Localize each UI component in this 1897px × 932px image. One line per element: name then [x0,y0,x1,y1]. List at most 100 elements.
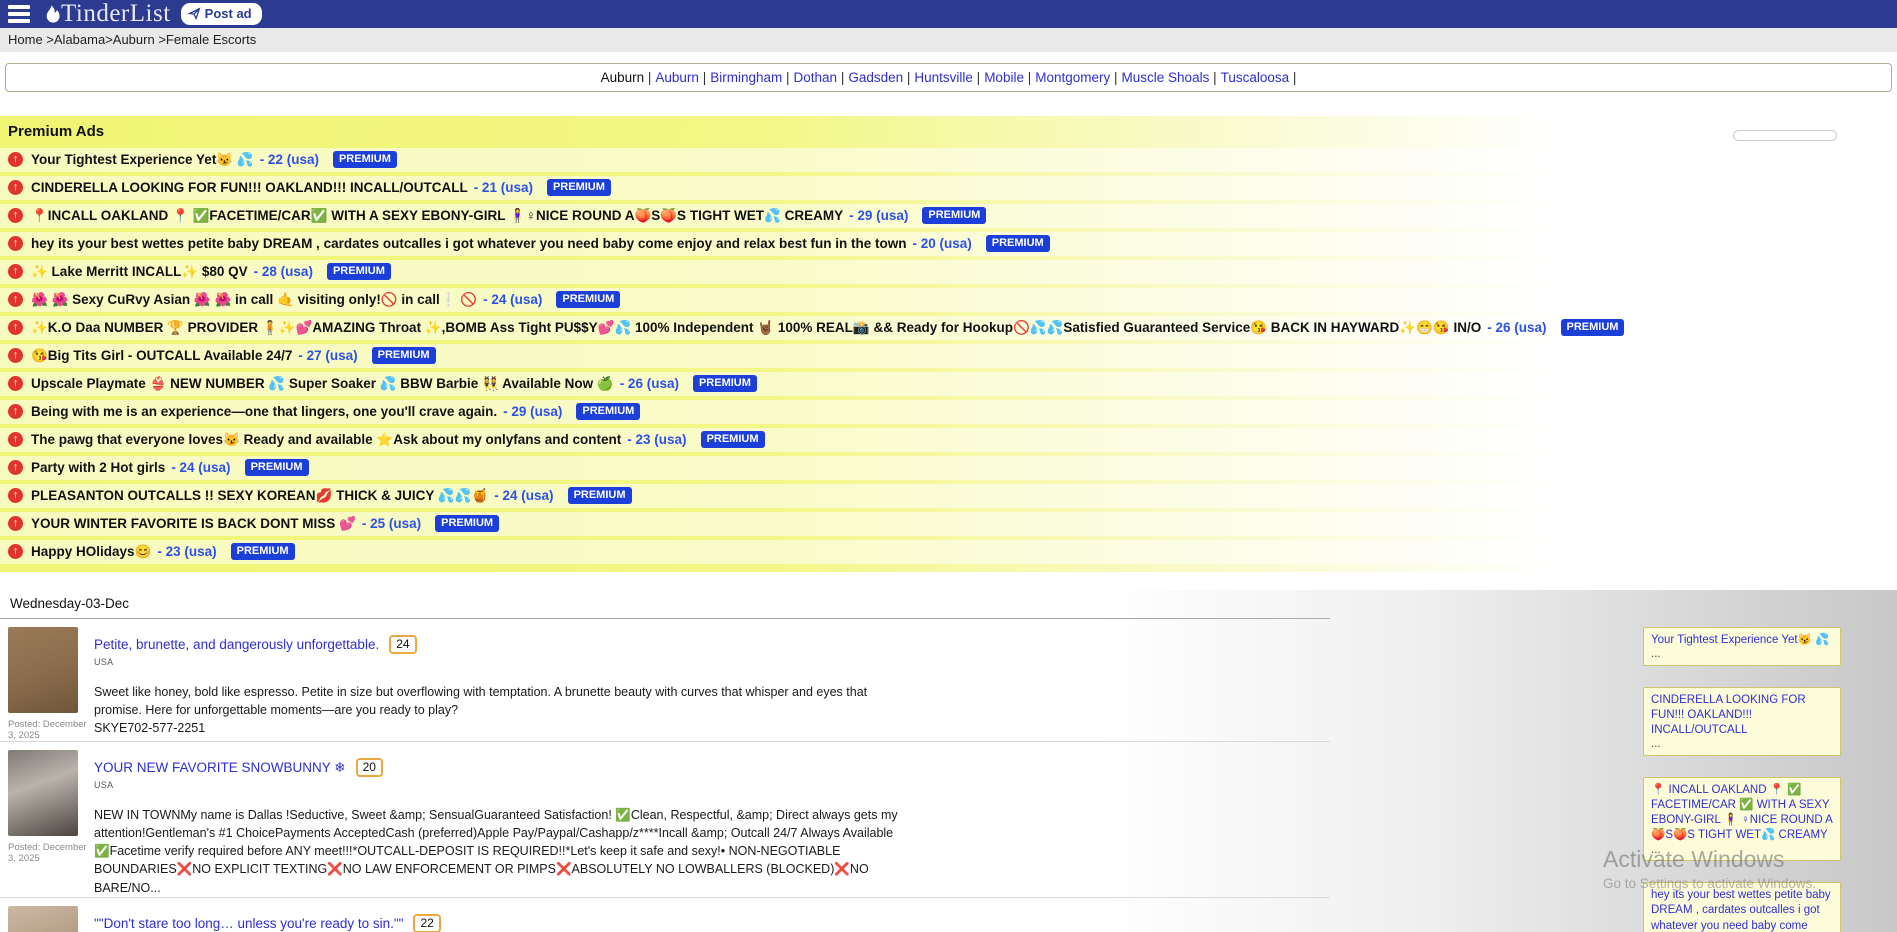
premium-ad-row[interactable]: ↑ CINDERELLA LOOKING FOR FUN!!! OAKLAND!… [0,176,1897,200]
city-link[interactable]: Muscle Shoals [1122,70,1217,85]
sidebar-ad-box[interactable]: hey its your best wettes petite baby DRE… [1643,882,1841,932]
sidebar-ad-link[interactable]: CINDERELLA LOOKING FOR FUN!!! OAKLAND!!!… [1651,693,1833,739]
premium-ad-row[interactable]: ↑ YOUR WINTER FAVORITE IS BACK DONT MISS… [0,512,1897,536]
premium-ad-title[interactable]: ✨ Lake Merritt INCALL✨ $80 QV [31,264,248,280]
premium-ad-row[interactable]: ↑ 📍INCALL OAKLAND 📍 ✅FACETIME/CAR✅ WITH … [0,204,1897,228]
city-nav: Auburn Auburn Birmingham Dothan Gadsden … [5,63,1892,92]
premium-badge[interactable]: PREMIUM [327,263,391,280]
premium-ad-row[interactable]: ↑ 🌺 🌺 Sexy CuRvy Asian 🌺 🌺 in call 🤙 vis… [0,288,1897,312]
premium-ad-title[interactable]: 📍INCALL OAKLAND 📍 ✅FACETIME/CAR✅ WITH A … [31,208,843,224]
premium-badge[interactable]: PREMIUM [693,375,757,392]
premium-ad-row[interactable]: ↑ 😘Big Tits Girl - OUTCALL Available 24/… [0,344,1897,368]
city-link[interactable]: Birmingham [710,70,789,85]
premium-ad-row[interactable]: ↑ Your Tightest Experience Yet😼 💦 - 22 (… [0,148,1897,172]
sidebar-ad-ellipsis: ... [1651,738,1833,751]
age-badge: 24 [389,635,416,654]
breadcrumb[interactable]: Home >Alabama>Auburn >Female Escorts [0,28,1897,52]
menu-icon[interactable] [6,2,32,26]
premium-badge[interactable]: PREMIUM [556,291,620,308]
listing-title-link[interactable]: YOUR NEW FAVORITE SNOWBUNNY ❄ [94,760,346,776]
premium-badge[interactable]: PREMIUM [245,459,309,476]
city-link[interactable]: Huntsville [914,70,980,85]
premium-badge[interactable]: PREMIUM [568,487,632,504]
premium-ad-row[interactable]: ↑ ✨ Lake Merritt INCALL✨ $80 QV - 28 (us… [0,260,1897,284]
sidebar-ad-box[interactable]: CINDERELLA LOOKING FOR FUN!!! OAKLAND!!!… [1643,687,1841,756]
up-arrow-icon: ↑ [8,292,23,307]
premium-ad-row[interactable]: ↑ Happy HOlidays😊 - 23 (usa) PREMIUM [0,540,1897,564]
premium-ad-title[interactable]: Your Tightest Experience Yet😼 💦 [31,152,254,168]
date-header: Wednesday-03-Dec [0,590,1330,619]
listing-title-link[interactable]: ""Don't stare too long… unless you're re… [94,916,403,931]
sidebar-ad-link[interactable]: Your Tightest Experience Yet😼 💦 [1651,633,1833,648]
premium-badge[interactable]: PREMIUM [986,235,1050,252]
premium-ad-row[interactable]: ↑ hey its your best wettes petite baby D… [0,232,1897,256]
premium-ad-age: - 26 (usa) [1487,320,1546,335]
sidebar-ad-ellipsis: ... [1651,648,1833,661]
city-link[interactable]: Auburn [655,70,706,85]
premium-badge[interactable]: PREMIUM [1561,319,1625,336]
listing-description: Sweet like honey, bold like espresso. Pe… [94,683,914,737]
premium-badge[interactable]: PREMIUM [231,543,295,560]
premium-ad-title[interactable]: hey its your best wettes petite baby DRE… [31,236,906,251]
city-link[interactable]: Mobile [984,70,1031,85]
up-arrow-icon: ↑ [8,264,23,279]
premium-ad-age: - 24 (usa) [483,292,542,307]
premium-badge[interactable]: PREMIUM [576,403,640,420]
sidebar-premium-ads: Your Tightest Experience Yet😼 💦 ... CIND… [1643,627,1841,932]
sidebar-ad-ellipsis: ... [1651,844,1833,857]
premium-ad-row[interactable]: ↑ Upscale Playmate 👙 NEW NUMBER 💦 Super … [0,372,1897,396]
premium-ad-title[interactable]: Party with 2 Hot girls [31,460,165,475]
up-arrow-icon: ↑ [8,376,23,391]
premium-ad-title[interactable]: ✨K.O Daa NUMBER 🏆 PROVIDER 🧍✨💕AMAZING Th… [31,320,1481,336]
listing-thumbnail[interactable] [8,750,78,836]
sidebar-ad-box[interactable]: Your Tightest Experience Yet😼 💦 ... [1643,627,1841,666]
premium-ad-title[interactable]: YOUR WINTER FAVORITE IS BACK DONT MISS 💕 [31,516,356,532]
premium-badge[interactable]: PREMIUM [547,179,611,196]
premium-ads-list: ↑ Your Tightest Experience Yet😼 💦 - 22 (… [0,148,1897,564]
listing-item[interactable]: Posted: December 3, 2025 YOUR NEW FAVORI… [0,742,1330,898]
sidebar-ad-link[interactable]: hey its your best wettes petite baby DRE… [1651,888,1833,932]
premium-ad-title[interactable]: CINDERELLA LOOKING FOR FUN!!! OAKLAND!!!… [31,180,468,195]
city-link[interactable]: Dothan [794,70,845,85]
up-arrow-icon: ↑ [8,544,23,559]
premium-ad-row[interactable]: ↑ Being with me is an experience—one tha… [0,400,1897,424]
premium-ad-row[interactable]: ↑ PLEASANTON OUTCALLS !! SEXY KOREAN💋 TH… [0,484,1897,508]
listing-description: NEW IN TOWNMy name is Dallas !Seductive,… [94,806,914,897]
premium-ad-age: - 20 (usa) [912,236,971,251]
city-link[interactable]: Montgomery [1035,70,1117,85]
premium-ad-age: - 28 (usa) [254,264,313,279]
brand-logo[interactable]: TinderList [42,0,171,28]
listing-title-link[interactable]: Petite, brunette, and dangerously unforg… [94,637,379,652]
city-link[interactable]: Gadsden [848,70,910,85]
premium-badge[interactable]: PREMIUM [435,515,499,532]
premium-ad-age: - 24 (usa) [494,488,553,503]
age-badge: 20 [356,758,383,777]
premium-ad-row[interactable]: ↑ The pawg that everyone loves😼 Ready an… [0,428,1897,452]
premium-ad-title[interactable]: 😘Big Tits Girl - OUTCALL Available 24/7 [31,348,292,364]
sidebar-ad-link[interactable]: 📍 INCALL OAKLAND 📍 ✅ FACETIME/CAR ✅ WITH… [1651,783,1833,844]
sidebar-ad-box[interactable]: 📍 INCALL OAKLAND 📍 ✅ FACETIME/CAR ✅ WITH… [1643,777,1841,861]
premium-ad-title[interactable]: Upscale Playmate 👙 NEW NUMBER 💦 Super So… [31,376,614,392]
city-link[interactable]: Tuscaloosa [1221,70,1297,85]
premium-ad-row[interactable]: ↑ Party with 2 Hot girls - 24 (usa) PREM… [0,456,1897,480]
listing-item[interactable]: Posted: December 3, 2025 Petite, brunett… [0,619,1330,742]
premium-badge[interactable]: PREMIUM [333,151,397,168]
listing-item[interactable]: Posted: December 3, 2025 ""Don't stare t… [0,898,1330,932]
listings-list: Posted: December 3, 2025 Petite, brunett… [0,619,1897,932]
listing-country: USA [94,780,914,790]
premium-badge[interactable]: PREMIUM [922,207,986,224]
premium-ad-title[interactable]: 🌺 🌺 Sexy CuRvy Asian 🌺 🌺 in call 🤙 visit… [31,292,477,308]
premium-badge[interactable]: PREMIUM [701,431,765,448]
floating-scrollbar[interactable] [1733,130,1837,141]
premium-ad-age: - 29 (usa) [503,404,562,419]
listing-thumbnail[interactable] [8,627,78,713]
premium-ad-title[interactable]: Being with me is an experience—one that … [31,404,497,419]
premium-ad-age: - 23 (usa) [157,544,216,559]
premium-ad-title[interactable]: The pawg that everyone loves😼 Ready and … [31,432,621,448]
premium-ad-title[interactable]: PLEASANTON OUTCALLS !! SEXY KOREAN💋 THIC… [31,488,488,504]
listing-thumbnail[interactable] [8,906,78,932]
post-ad-button[interactable]: Post ad [181,3,262,25]
premium-badge[interactable]: PREMIUM [372,347,436,364]
premium-ad-title[interactable]: Happy HOlidays😊 [31,544,151,560]
premium-ad-row[interactable]: ↑ ✨K.O Daa NUMBER 🏆 PROVIDER 🧍✨💕AMAZING … [0,316,1897,340]
